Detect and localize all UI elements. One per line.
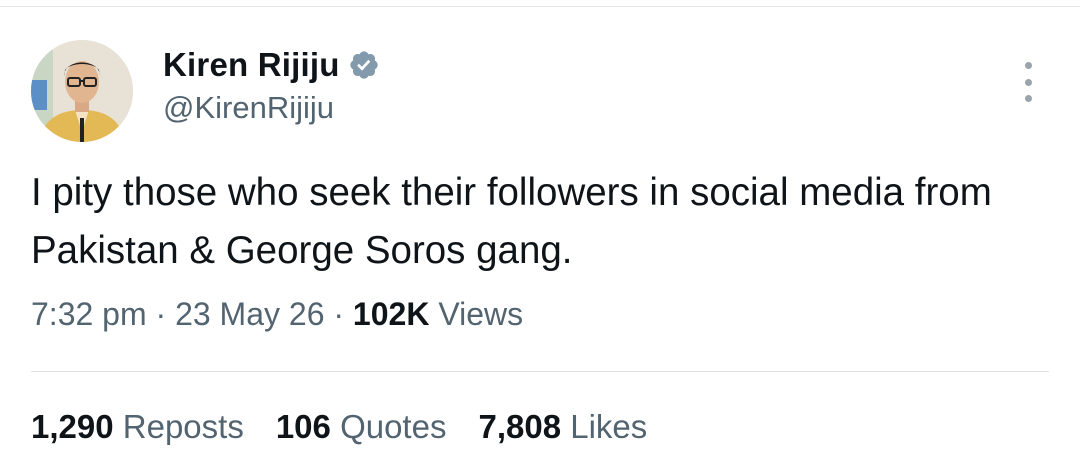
meta-separator: · [155, 296, 167, 332]
more-vertical-icon [1024, 62, 1032, 69]
more-vertical-icon [1024, 78, 1032, 86]
reposts-label: Reposts [122, 408, 244, 445]
stats-divider [31, 371, 1049, 372]
avatar[interactable] [31, 40, 133, 142]
avatar-image [31, 40, 133, 142]
author-info: Kiren Rijiju @KirenRijiju [163, 44, 380, 126]
tweet-meta: 7:32 pm · 23 May 26 · 102K Views [31, 296, 523, 333]
quotes-stat[interactable]: 106 Quotes [276, 408, 447, 446]
tweet-stats: 1,290 Reposts 106 Quotes 7,808 Likes [31, 408, 647, 446]
verified-badge-icon [348, 49, 380, 81]
reposts-count: 1,290 [31, 408, 114, 445]
quotes-label: Quotes [340, 408, 447, 445]
quotes-count: 106 [275, 408, 331, 445]
likes-stat[interactable]: 7,808 Likes [478, 408, 647, 446]
reposts-stat[interactable]: 1,290 Reposts [31, 408, 244, 446]
tweet-time[interactable]: 7:32 pm [31, 296, 147, 332]
more-options-button[interactable] [1016, 62, 1040, 102]
author-handle[interactable]: @KirenRijiju [163, 90, 380, 126]
tweet-text: I pity those who seek their followers in… [31, 171, 992, 272]
meta-separator: · [333, 296, 345, 332]
views-count: 102K [352, 296, 430, 332]
name-row: Kiren Rijiju [163, 44, 380, 86]
likes-count: 7,808 [478, 408, 562, 445]
tweet-date[interactable]: 23 May 26 [175, 296, 324, 332]
tweet-card: Kiren Rijiju @KirenRijiju I pity those w… [0, 0, 1080, 467]
display-name[interactable]: Kiren Rijiju [163, 46, 340, 84]
views-label: Views [438, 296, 524, 332]
likes-label: Likes [570, 408, 648, 445]
more-vertical-icon [1024, 95, 1032, 102]
